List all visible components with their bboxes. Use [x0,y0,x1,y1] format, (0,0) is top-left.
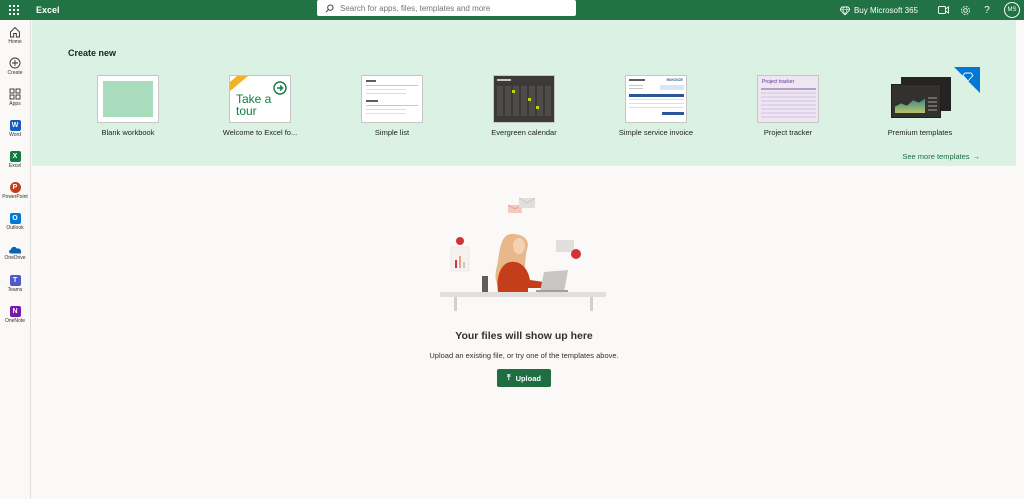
see-more-label: See more templates [902,152,970,161]
rail-label: Teams [7,286,23,293]
help-icon[interactable]: ? [976,0,998,20]
rail-item-excel[interactable]: X Excel [0,144,30,175]
premium-diamond-icon [954,67,980,93]
template-thumbnail: Project tracker [757,75,819,123]
apps-icon [9,88,21,100]
rail-label: Home [8,39,22,45]
template-evergreen-calendar[interactable]: Evergreen calendar [479,75,569,137]
rail-label: OneDrive [4,254,26,261]
rail-label: Outlook [6,224,24,231]
onenote-icon: N [9,305,21,317]
rail-item-home[interactable]: Home [0,20,30,51]
rail-item-word[interactable]: W Word [0,113,30,144]
outlook-icon: O [9,212,21,224]
arrow-circle-icon [273,81,287,95]
rail-label: Excel [8,162,22,169]
search-icon [325,3,334,12]
template-thumbnail [97,75,159,123]
excel-icon: X [9,150,21,162]
create-new-section: Create new Blank workbook Take a tour We… [32,20,1016,166]
create-new-heading: Create new [68,48,117,58]
template-thumbnail [493,75,555,123]
files-area: Your files will show up here Upload an e… [32,166,1016,499]
rail-label: Create [7,70,23,76]
powerpoint-icon: P [9,181,21,193]
empty-state-title: Your files will show up here [455,330,593,342]
avatar[interactable]: MS [1004,2,1020,18]
rail-label: Apps [9,101,21,107]
search-box[interactable] [317,0,576,16]
template-premium[interactable]: Premium templates [875,75,965,137]
template-simple-list[interactable]: Simple list [347,75,437,137]
upload-button[interactable]: ⤒ Upload [497,369,551,387]
buy-microsoft-365-link[interactable]: Buy Microsoft 365 [839,5,918,15]
template-label: Blank workbook [101,128,155,137]
tracker-thumb-text: Project tracker [762,79,795,85]
template-thumbnail [361,75,423,123]
home-icon [10,26,20,38]
rail-label: OneNote [4,317,25,324]
template-label: Premium templates [887,128,953,137]
rail-item-onenote[interactable]: N OneNote [0,299,30,330]
template-project-tracker[interactable]: Project tracker Project tracker [743,75,833,137]
settings-gear-icon[interactable] [954,0,976,20]
app-title[interactable]: Excel [36,5,60,15]
top-bar: Excel Buy Microsoft 365 ? MS [0,0,1024,20]
rail-item-outlook[interactable]: O Outlook [0,206,30,237]
template-simple-service-invoice[interactable]: INVOICE Simple service invoice [611,75,701,137]
template-label: Project tracker [763,128,813,137]
rail-item-powerpoint[interactable]: P PowerPoint [0,175,30,206]
onedrive-icon [9,246,22,253]
rail-label: PowerPoint [2,193,28,200]
buy-label: Buy Microsoft 365 [853,5,918,15]
left-rail: Home Create Apps W Word X Excel P PowerP… [0,20,31,499]
template-label: Simple list [374,128,410,137]
upload-label: Upload [515,373,541,383]
search-input[interactable] [340,3,560,13]
plus-circle-icon [9,57,21,69]
template-label: Welcome to Excel fo... [222,128,298,137]
rail-item-teams[interactable]: T Teams [0,268,30,299]
template-blank-workbook[interactable]: Blank workbook [83,75,173,137]
upload-icon: ⤒ [507,373,511,382]
diamond-icon [839,6,850,15]
template-label: Evergreen calendar [491,128,557,137]
see-more-templates-link[interactable]: See more templates → [902,152,980,161]
template-label: Simple service invoice [618,128,694,137]
rail-item-apps[interactable]: Apps [0,82,30,113]
template-thumbnail [889,75,951,123]
invoice-thumb-text: INVOICE [666,77,683,82]
rail-label: Word [9,131,21,138]
template-thumbnail: Take a tour [229,75,291,123]
rail-item-create[interactable]: Create [0,51,30,82]
empty-state-illustration [440,197,606,311]
word-icon: W [9,119,21,131]
tour-thumb-text: Take a tour [236,92,272,118]
template-welcome-tour[interactable]: Take a tour Welcome to Excel fo... [215,75,305,137]
empty-state-subtitle: Upload an existing file, or try one of t… [429,351,619,360]
arrow-right-icon: → [972,152,981,161]
template-thumbnail: INVOICE [625,75,687,123]
rail-item-onedrive[interactable]: OneDrive [0,237,30,268]
meet-now-icon[interactable] [932,0,954,20]
teams-icon: T [9,274,21,286]
app-launcher-icon[interactable] [0,0,28,20]
